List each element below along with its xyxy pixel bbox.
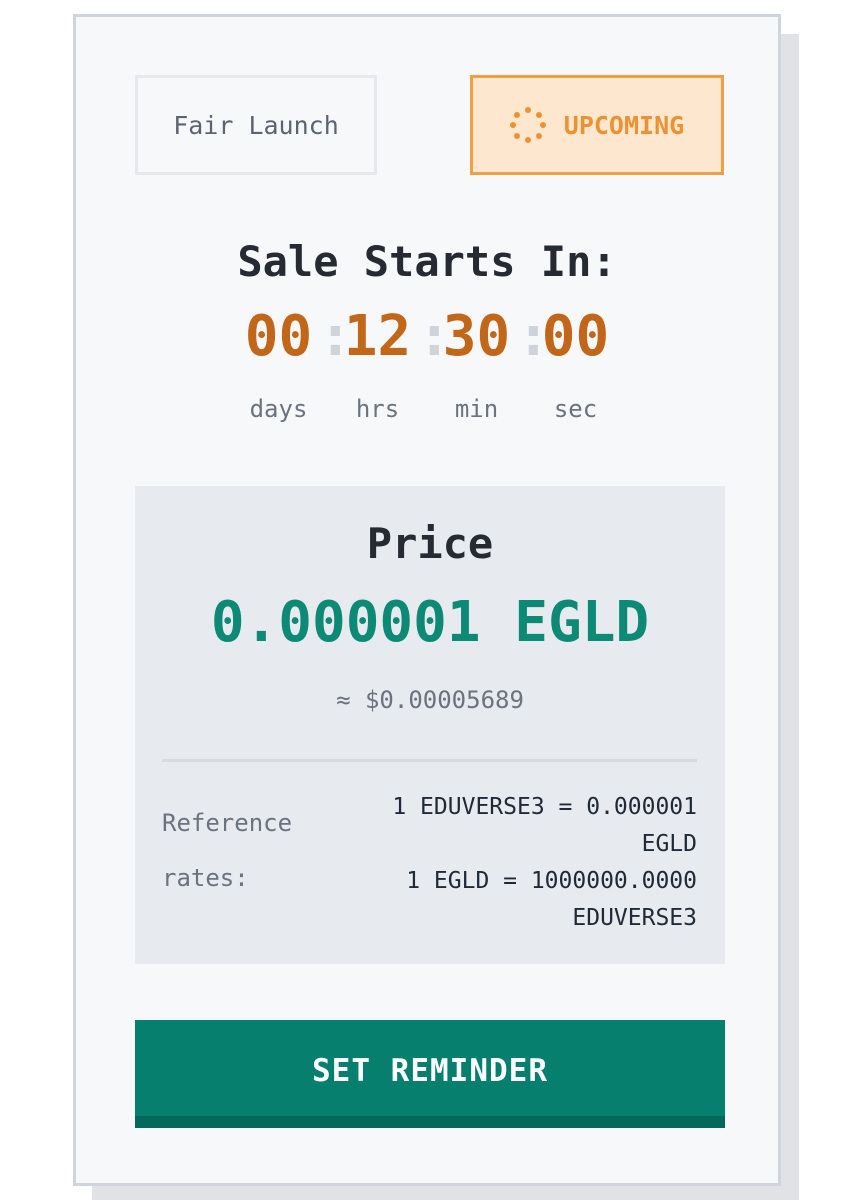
countdown-separator: : [516,304,551,369]
countdown-minutes: 30 min [437,304,517,424]
countdown-value: 30 [442,304,511,369]
sale-type-badge: Fair Launch [135,75,377,175]
countdown-label: days [249,395,308,423]
countdown-value: 12 [343,304,412,369]
countdown-label: hrs [355,395,400,423]
price-heading: Price [366,519,494,568]
divider [162,759,697,762]
set-reminder-button[interactable]: SET REMINDER [135,1020,725,1128]
countdown-days: 00 days [239,304,319,424]
status-badge: UPCOMING [470,75,724,175]
reference-rate: 1 EDUVERSE3 = 0.000001 EGLD [392,794,697,857]
countdown-label: sec [553,395,598,423]
price-panel: Price 0.000001 EGLD ≈ $0.00005689 Refere… [135,486,725,964]
reference-rate: 1 EGLD = 1000000.0000 EDUVERSE3 [406,868,697,931]
reference-rates-list: 1 EDUVERSE3 = 0.000001 EGLD 1 EGLD = 100… [337,789,697,937]
countdown-seconds: 00 sec [536,304,616,424]
loading-spinner-icon [509,107,546,143]
sale-type-label: Fair Launch [173,110,339,140]
countdown-timer: 00 days : 12 hrs : 30 min : 00 sec [76,304,778,424]
countdown-title: Sale Starts In: [237,237,617,286]
countdown-label: min [454,395,499,423]
status-label: UPCOMING [563,110,685,140]
reference-rates-label: Reference rates: [162,809,293,892]
token-price: 0.000001 EGLD [210,590,650,655]
price-usd-estimate: ≈ $0.00005689 [336,686,524,714]
countdown-value: 00 [244,304,313,369]
presale-card: Fair Launch UPCOMING Sale Starts In: 00 … [73,14,781,1186]
countdown-separator: : [417,304,452,369]
countdown-value: 00 [541,304,610,369]
countdown-hours: 12 hrs [338,304,418,424]
countdown-separator: : [318,304,353,369]
